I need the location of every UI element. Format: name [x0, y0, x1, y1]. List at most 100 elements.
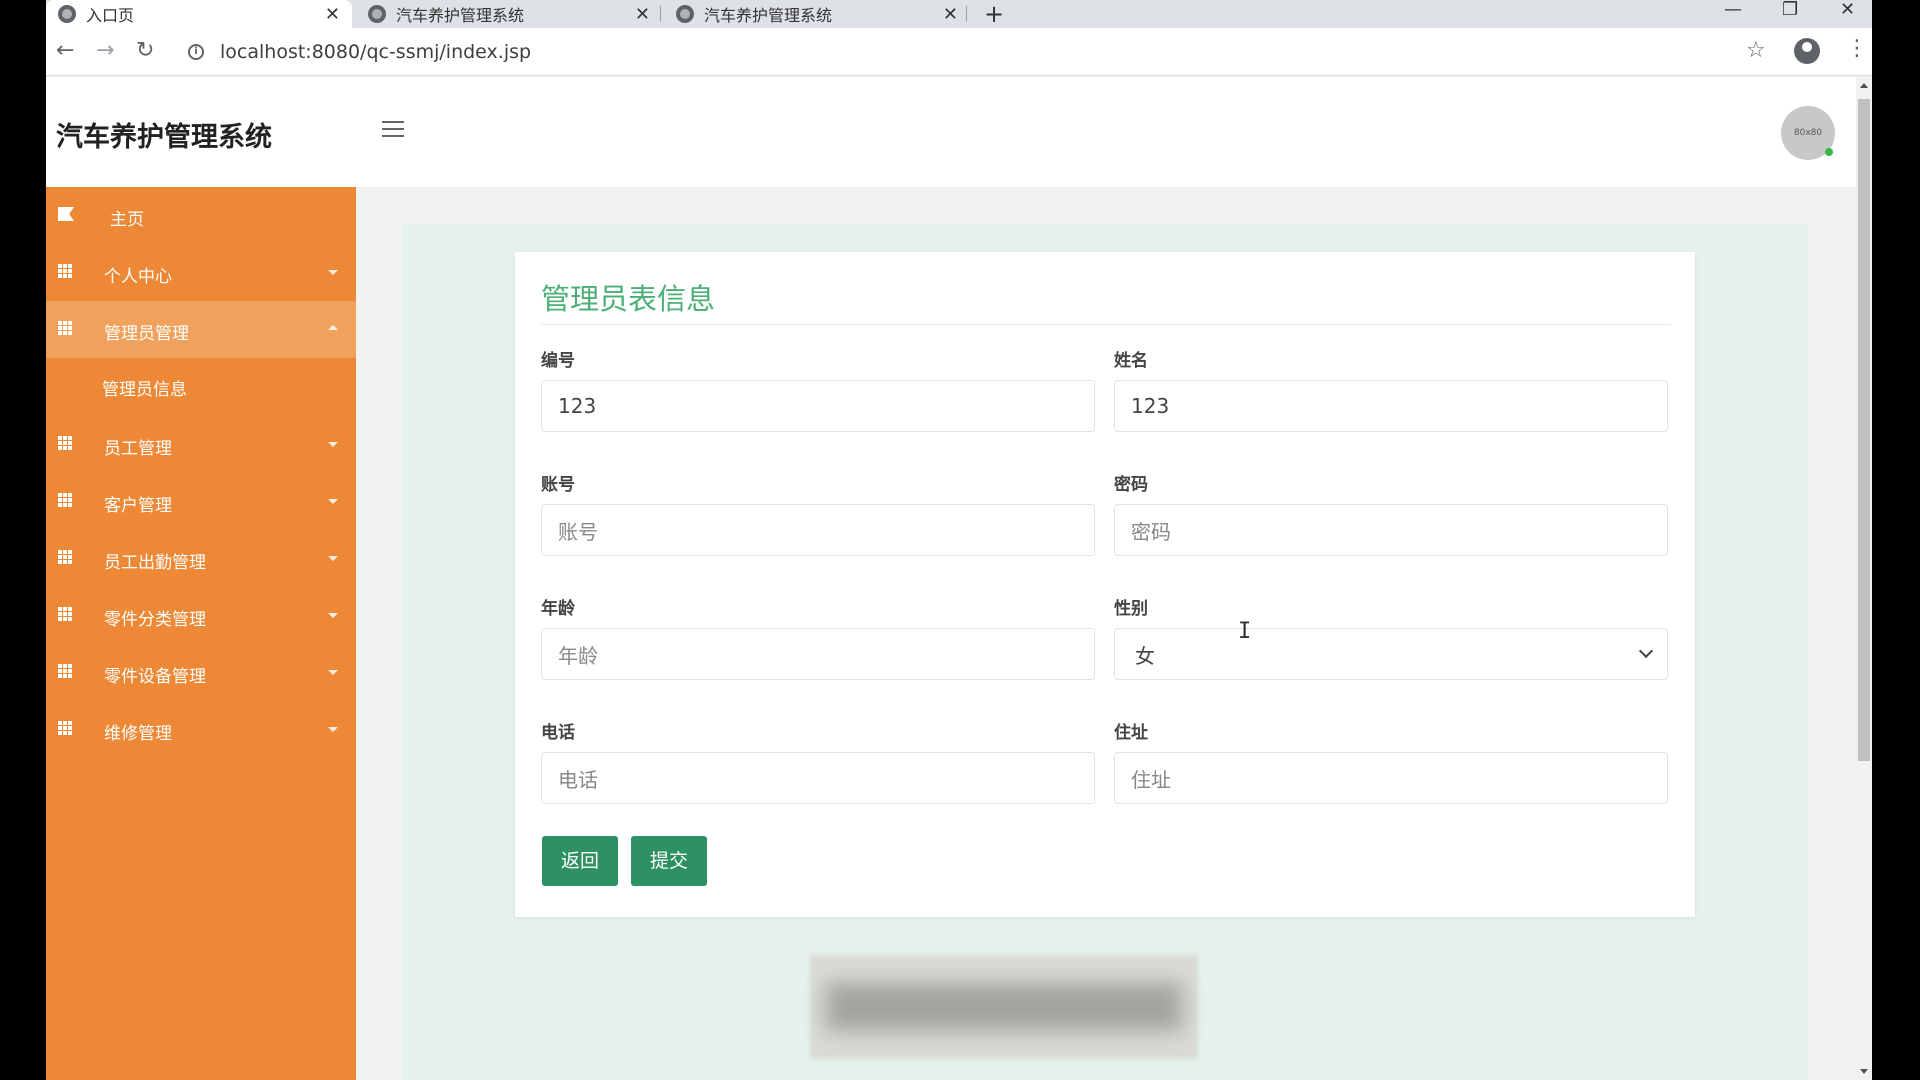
phone-input[interactable]: 电话 — [541, 752, 1095, 804]
address-bar[interactable]: localhost:8080/qc-ssmj/index.jsp — [220, 41, 531, 63]
sidebar-item-employee-management[interactable]: 员工管理 — [46, 416, 356, 473]
more-menu-icon[interactable]: ⋮ — [1846, 36, 1868, 61]
age-input[interactable]: 年龄 — [541, 628, 1095, 680]
password-field: 密码 密码 — [1114, 470, 1668, 556]
sidebar-item-part-category-management[interactable]: 零件分类管理 — [46, 587, 356, 644]
sidebar-item-attendance-management[interactable]: 员工出勤管理 — [46, 530, 356, 587]
tab-system-2[interactable]: 汽车养护管理系统 ✕ — [664, 0, 970, 28]
restore-icon[interactable]: ❐ — [1782, 0, 1798, 20]
tab-system-1[interactable]: 汽车养护管理系统 ✕ — [356, 0, 662, 28]
new-tab-icon[interactable]: + — [984, 0, 1004, 28]
sidebar-item-label: 员工管理 — [104, 439, 172, 459]
phone-label: 电话 — [541, 723, 575, 743]
id-field: 编号 123 — [541, 346, 1095, 432]
back-arrow-icon[interactable]: ← — [56, 40, 74, 62]
text-cursor-icon: I — [1238, 619, 1252, 644]
tab-strip: 入口页 ✕ 汽车养护管理系统 ✕ 汽车养护管理系统 ✕ + — ❐ ✕ — [46, 0, 1872, 28]
globe-icon — [368, 5, 386, 23]
caret-down-icon — [328, 727, 338, 732]
address-label: 住址 — [1114, 723, 1148, 743]
caret-up-icon — [328, 325, 338, 330]
age-label: 年龄 — [541, 599, 575, 619]
sidebar-item-label: 管理员管理 — [104, 324, 189, 344]
grid-icon — [58, 607, 74, 621]
info-icon[interactable]: i — [188, 44, 204, 60]
form-title: 管理员表信息 — [541, 282, 716, 316]
close-tab-icon[interactable]: ✕ — [943, 4, 958, 25]
gender-field: 性别 女 — [1114, 594, 1668, 680]
scrollbar-thumb[interactable] — [1858, 99, 1870, 761]
browser-toolbar: ← → ↻ i localhost:8080/qc-ssmj/index.jsp… — [46, 28, 1872, 76]
caret-down-icon — [328, 270, 338, 275]
caret-down-icon — [328, 499, 338, 504]
chevron-down-icon — [1638, 643, 1654, 659]
gender-selected-value: 女 — [1135, 643, 1155, 668]
hamburger-icon[interactable] — [382, 121, 404, 139]
sidebar-item-repair-management[interactable]: 维修管理 — [46, 701, 356, 758]
address-field: 住址 住址 — [1114, 718, 1668, 804]
name-field: 姓名 123 — [1114, 346, 1668, 432]
grid-icon — [58, 493, 74, 507]
phone-field: 电话 电话 — [541, 718, 1095, 804]
tab-separator — [966, 6, 967, 22]
account-field: 账号 账号 — [541, 470, 1095, 556]
id-input[interactable]: 123 — [541, 380, 1095, 432]
grid-icon — [58, 321, 74, 335]
caret-down-icon — [328, 613, 338, 618]
gender-select[interactable]: 女 — [1114, 628, 1668, 680]
app-brand: 汽车养护管理系统 — [56, 122, 272, 153]
grid-icon — [58, 721, 74, 735]
avatar-text: 80x80 — [1793, 128, 1823, 138]
app-header: 汽车养护管理系统 80x80 — [46, 77, 1856, 187]
forward-arrow-icon[interactable]: → — [96, 40, 114, 62]
id-label: 编号 — [541, 351, 575, 371]
password-label: 密码 — [1114, 475, 1148, 495]
grid-icon — [58, 550, 74, 564]
tab-entry[interactable]: 入口页 ✕ — [46, 0, 352, 28]
back-button[interactable]: 返回 — [542, 836, 619, 886]
minimize-icon[interactable]: — — [1724, 0, 1742, 20]
sidebar-item-customer-management[interactable]: 客户管理 — [46, 473, 356, 530]
tab-title: 汽车养护管理系统 — [396, 6, 525, 25]
admin-form-card: 管理员表信息 编号 123 姓名 123 账号 账号 密码 密码 年龄 年龄 性… — [515, 252, 1695, 917]
tab-title: 入口页 — [86, 6, 135, 25]
age-field: 年龄 年龄 — [541, 594, 1095, 680]
scroll-down-icon[interactable] — [1860, 1069, 1868, 1074]
account-input[interactable]: 账号 — [541, 504, 1095, 556]
sidebar-item-personal-center[interactable]: 个人中心 — [46, 244, 356, 301]
online-status-dot — [1825, 148, 1833, 156]
globe-icon — [58, 5, 76, 23]
sidebar-item-label: 员工出勤管理 — [104, 553, 206, 573]
grid-icon — [58, 664, 74, 678]
tab-separator — [660, 6, 661, 22]
name-label: 姓名 — [1114, 351, 1148, 371]
account-label: 账号 — [541, 475, 575, 495]
avatar[interactable]: 80x80 — [1781, 106, 1835, 160]
grid-icon — [58, 264, 74, 278]
sidebar: 主页 个人中心 管理员管理 管理员信息 员工管理 客户管理 员工出勤管理 零件分… — [46, 187, 356, 1080]
close-tab-icon[interactable]: ✕ — [635, 4, 650, 25]
sidebar-item-home[interactable]: 主页 — [46, 187, 356, 244]
bookmark-star-icon[interactable]: ☆ — [1746, 38, 1766, 63]
page-scrollbar[interactable] — [1856, 77, 1872, 1080]
sidebar-subitem-admin-info[interactable]: 管理员信息 — [102, 375, 187, 400]
sidebar-item-part-equipment-management[interactable]: 零件设备管理 — [46, 644, 356, 701]
scroll-up-icon[interactable] — [1860, 83, 1868, 88]
sidebar-item-admin-management[interactable]: 管理员管理 — [46, 301, 356, 358]
close-tab-icon[interactable]: ✕ — [325, 4, 340, 25]
address-input[interactable]: 住址 — [1114, 752, 1668, 804]
name-input[interactable]: 123 — [1114, 380, 1668, 432]
tab-title: 汽车养护管理系统 — [704, 6, 833, 25]
close-window-icon[interactable]: ✕ — [1840, 0, 1855, 20]
caret-down-icon — [328, 556, 338, 561]
blurred-image — [810, 955, 1198, 1059]
password-input[interactable]: 密码 — [1114, 504, 1668, 556]
reload-icon[interactable]: ↻ — [136, 40, 154, 62]
account-icon[interactable] — [1794, 38, 1820, 64]
submit-button[interactable]: 提交 — [631, 836, 708, 886]
gender-label: 性别 — [1114, 599, 1148, 619]
sidebar-item-label: 个人中心 — [104, 267, 172, 287]
divider — [541, 324, 1671, 325]
page: 汽车养护管理系统 80x80 主页 个人中心 管理员管理 管理员信息 员工管理 … — [46, 77, 1856, 1080]
sidebar-item-label: 维修管理 — [104, 724, 172, 744]
